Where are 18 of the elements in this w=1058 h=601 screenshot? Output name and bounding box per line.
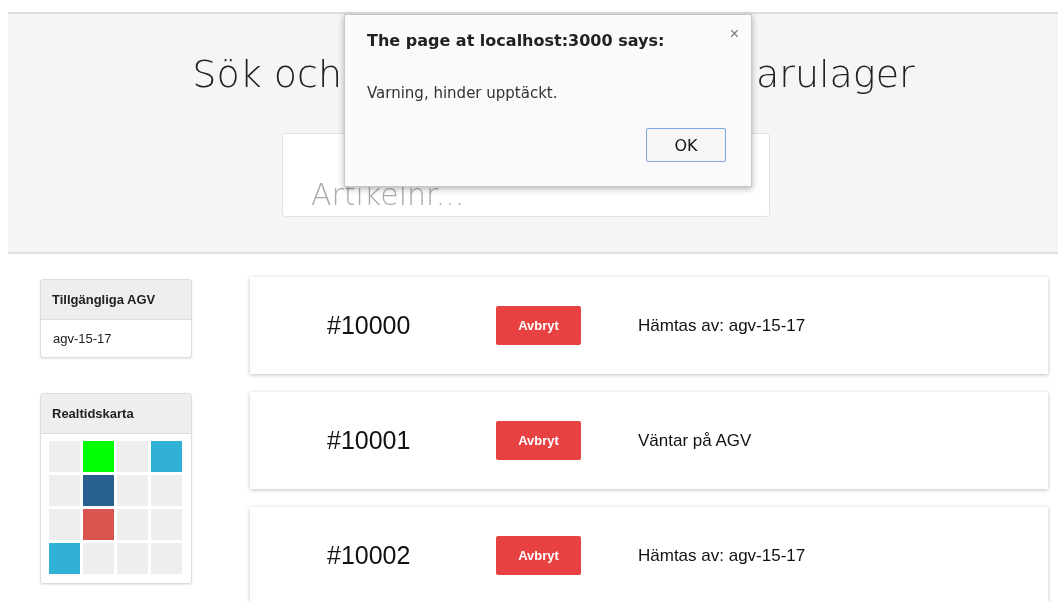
cancel-button[interactable]: Avbryt xyxy=(496,421,581,460)
page-title: arulager xyxy=(756,52,915,96)
order-status: Hämtas av: agv-15-17 xyxy=(638,315,806,336)
panel-title: Realtidskarta xyxy=(41,394,191,434)
ok-button[interactable]: OK xyxy=(646,128,726,162)
order-status: Väntar på AGV xyxy=(638,430,752,451)
close-button[interactable]: × xyxy=(725,23,743,45)
order-number: #10001 xyxy=(326,426,412,455)
order-number: #10000 xyxy=(326,311,412,340)
cancel-button[interactable]: Avbryt xyxy=(496,536,581,575)
agv-item: agv-15-17 xyxy=(52,330,113,348)
dialog-message: Varning, hinder upptäckt. xyxy=(367,84,558,102)
cancel-button[interactable]: Avbryt xyxy=(496,306,581,345)
dialog-title: The page at localhost:3000 says: xyxy=(367,31,665,50)
panel-title: Tillgängliga AGV xyxy=(41,280,191,320)
order-number: #10002 xyxy=(326,541,412,570)
page-title: Sök och xyxy=(191,52,342,96)
order-status: Hämtas av: agv-15-17 xyxy=(638,545,806,566)
